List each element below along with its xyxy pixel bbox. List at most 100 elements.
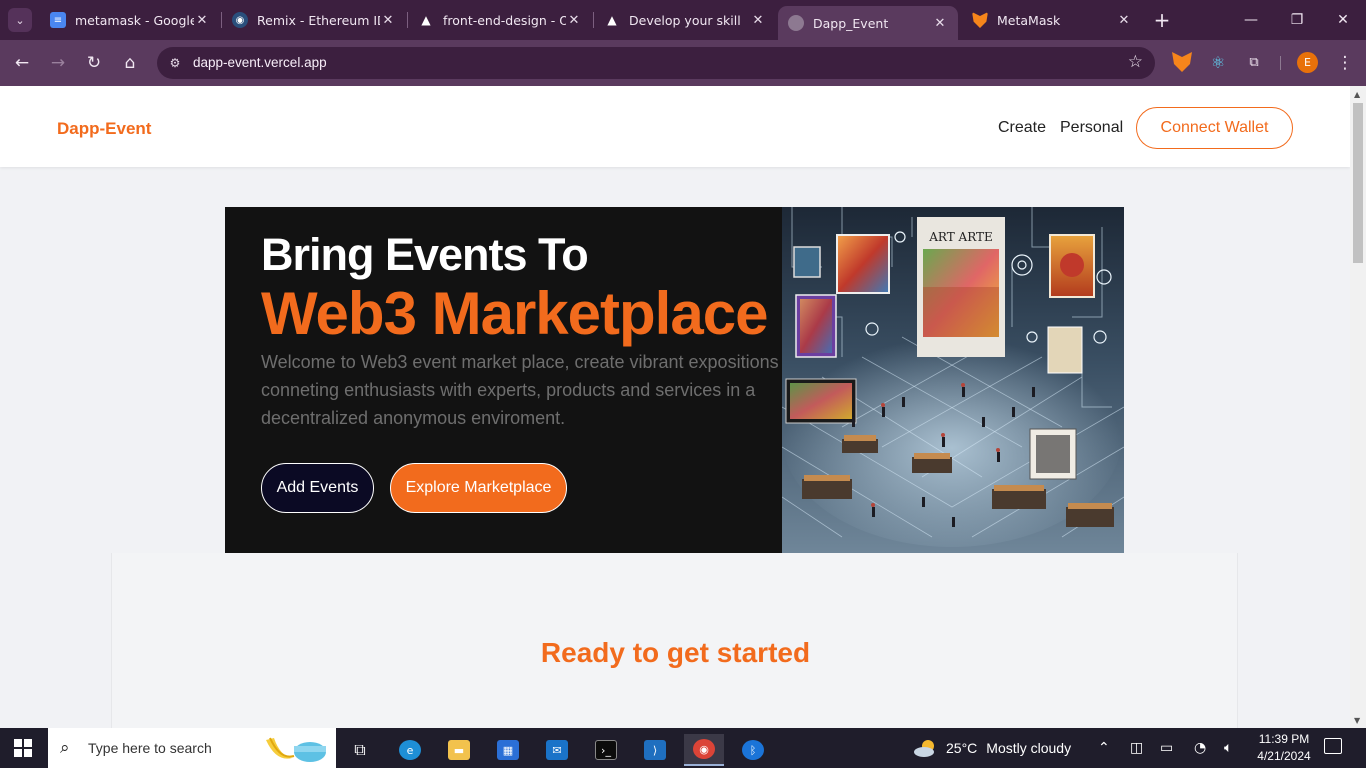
windows-start-icon[interactable] [14, 739, 32, 757]
reload-icon: ↻ [86, 53, 102, 73]
tab-title: Dapp_Event [813, 15, 889, 31]
profile-avatar[interactable]: E [1297, 52, 1318, 73]
close-icon[interactable]: ✕ [194, 13, 210, 28]
site-header: Dapp-Event Create Personal Connect Walle… [0, 86, 1350, 167]
new-tab-button[interactable]: + [1150, 8, 1174, 32]
volume-icon[interactable]: 🔈︎ [1224, 740, 1232, 756]
task-view-icon[interactable]: ⧉ [340, 734, 380, 766]
search-highlight-image [266, 737, 326, 762]
search-icon: ⌕ [60, 738, 70, 758]
bookmark-star-icon[interactable]: ☆ [1128, 52, 1143, 72]
mail-icon[interactable]: ✉ [537, 734, 577, 766]
meet-now-icon[interactable]: ◫ [1130, 740, 1143, 756]
address-bar[interactable]: ⚙ dapp-event.vercel.app ☆ [157, 47, 1155, 79]
battery-icon[interactable]: ▭ [1160, 740, 1173, 756]
clock-time: 11:39 PM [1258, 732, 1310, 746]
cloudy-weather-icon [914, 740, 934, 757]
weather-temp: 25°C [946, 740, 978, 756]
tray-chevron-up-icon[interactable]: ⌃ [1098, 740, 1110, 756]
scroll-down-arrow-icon[interactable]: ▼ [1354, 716, 1360, 725]
search-placeholder[interactable]: Type here to search [88, 740, 212, 756]
tab-title: Develop your skill [629, 12, 741, 28]
back-button[interactable]: ← [8, 49, 36, 77]
minimize-button[interactable]: — [1228, 6, 1274, 34]
tab-title: metamask - Google Docs [75, 12, 194, 28]
clock-date: 4/21/2024 [1257, 749, 1311, 763]
close-icon[interactable]: ✕ [566, 13, 582, 28]
tab-title: MetaMask [997, 12, 1061, 28]
notification-icon[interactable] [1324, 738, 1342, 754]
forward-button[interactable]: → [44, 49, 72, 77]
connect-wallet-button[interactable]: Connect Wallet [1136, 107, 1293, 149]
tab-dapp-event[interactable]: Dapp_Event ✕ [778, 6, 958, 40]
minimize-icon: — [1244, 12, 1258, 28]
close-icon[interactable]: ✕ [1116, 13, 1132, 28]
explore-marketplace-button[interactable]: Explore Marketplace [390, 463, 567, 513]
windows-taskbar: ⌕ Type here to search ⧉ e ▬ ▦ ✉ ›_ ⟩ ◉ ᛒ… [0, 728, 1366, 768]
vscode-icon[interactable]: ⟩ [635, 734, 675, 766]
chrome-icon[interactable]: ◉ [684, 734, 724, 766]
site-logo[interactable]: Dapp-Event [57, 119, 151, 139]
close-icon[interactable]: ✕ [750, 13, 766, 28]
tab-metamask[interactable]: MetaMask ✕ [962, 6, 1142, 34]
globe-icon [788, 15, 804, 31]
file-explorer-icon[interactable]: ▬ [439, 734, 479, 766]
extensions-puzzle-icon[interactable]: ⧉ [1244, 52, 1264, 72]
home-button[interactable]: ⌂ [116, 49, 144, 77]
tab-develop-skill[interactable]: ▲ Develop your skill ✕ [594, 6, 776, 34]
microsoft-store-icon[interactable]: ▦ [488, 734, 528, 766]
reload-button[interactable]: ↻ [80, 49, 108, 77]
restore-icon: ❐ [1290, 12, 1304, 28]
plus-icon: + [1153, 8, 1171, 32]
hero-banner: Bring Events To Web3 Marketplace Welcome… [225, 207, 1124, 553]
hero-title-line1: Bring Events To [261, 229, 589, 280]
arrow-left-icon: ← [14, 53, 30, 73]
art-panel-caption: ART ARTE [928, 230, 993, 244]
restore-button[interactable]: ❐ [1274, 6, 1320, 34]
page-scrollbar[interactable]: ▲ ▼ [1350, 86, 1366, 728]
browser-tab-strip: ⌄ ≡ metamask - Google Docs ✕ ◉ Remix - E… [0, 0, 1366, 40]
hero-description: Welcome to Web3 event market place, crea… [261, 352, 779, 428]
close-icon: ✕ [1337, 12, 1349, 28]
tab-title: front-end-design - Overview [443, 12, 566, 28]
get-started-section: Ready to get started [111, 553, 1238, 728]
section-heading: Ready to get started [540, 637, 811, 668]
weather-widget[interactable]: 25°C Mostly cloudy [912, 738, 1071, 758]
triangle-icon: ▲ [607, 13, 617, 27]
chevron-down-icon: ⌄ [15, 13, 25, 27]
hero-illustration: ART ARTE [782, 207, 1124, 553]
tab-title: Remix - Ethereum IDE [257, 12, 380, 28]
tab-search-button[interactable]: ⌄ [8, 8, 32, 32]
tab-metamask-docs[interactable]: ≡ metamask - Google Docs ✕ [40, 6, 220, 34]
url-text[interactable]: dapp-event.vercel.app [193, 55, 327, 70]
site-info-icon[interactable]: ⚙ [165, 53, 185, 73]
page-viewport: Dapp-Event Create Personal Connect Walle… [0, 86, 1350, 728]
bluetooth-icon[interactable]: ᛒ [733, 734, 773, 766]
add-events-button[interactable]: Add Events [261, 463, 374, 513]
nav-link-create[interactable]: Create [998, 119, 1046, 137]
metamask-extension-icon[interactable] [1172, 52, 1192, 72]
weather-condition: Mostly cloudy [986, 740, 1072, 756]
hero-title-line2: Web3 Marketplace [261, 280, 768, 347]
browser-menu-icon[interactable]: ⋮ [1333, 50, 1357, 76]
metamask-fox-icon [972, 12, 988, 28]
close-icon[interactable]: ✕ [380, 13, 396, 28]
browser-toolbar: ← → ↻ ⌂ ⚙ dapp-event.vercel.app ☆ ⚛ ⧉ E … [0, 40, 1366, 86]
google-docs-icon: ≡ [50, 12, 66, 28]
triangle-icon: ▲ [421, 13, 431, 27]
toolbar-divider [1280, 56, 1281, 70]
nav-link-personal[interactable]: Personal [1060, 119, 1123, 137]
edge-browser-icon[interactable]: e [390, 734, 430, 766]
react-devtools-icon[interactable]: ⚛ [1208, 52, 1228, 72]
close-icon[interactable]: ✕ [932, 16, 948, 31]
terminal-icon[interactable]: ›_ [586, 734, 626, 766]
tab-front-end-design[interactable]: ▲ front-end-design - Overview ✕ [408, 6, 592, 34]
taskbar-search-box[interactable]: ⌕ Type here to search [48, 728, 336, 768]
scroll-thumb[interactable] [1353, 103, 1363, 263]
wifi-icon[interactable]: ◔ [1194, 740, 1206, 756]
scroll-up-arrow-icon[interactable]: ▲ [1354, 90, 1360, 99]
system-clock[interactable]: 11:39 PM 4/21/2024 [1252, 731, 1316, 765]
close-window-button[interactable]: ✕ [1320, 6, 1366, 34]
tab-remix[interactable]: ◉ Remix - Ethereum IDE ✕ [222, 6, 406, 34]
remix-icon: ◉ [232, 12, 248, 28]
